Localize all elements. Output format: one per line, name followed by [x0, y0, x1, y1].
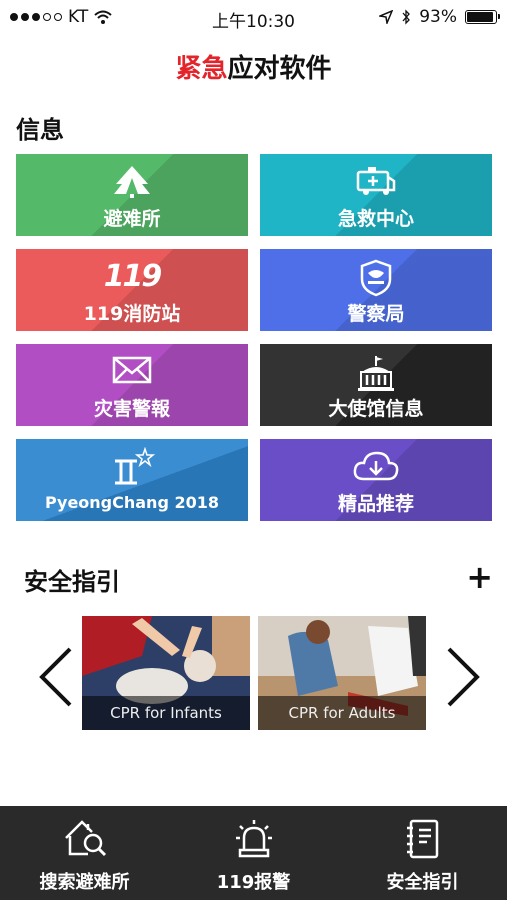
tab-safety-guide[interactable]: 安全指引	[338, 806, 507, 900]
embassy-building-icon	[358, 356, 394, 391]
status-right: 93%	[379, 7, 500, 27]
ambulance-icon	[356, 167, 396, 195]
tile-first-aid-center[interactable]: 急救中心	[260, 154, 492, 236]
envelope-icon	[112, 356, 152, 384]
tile-label: 灾害警報	[93, 398, 170, 420]
status-bar: KT 上午10:30 93%	[0, 0, 507, 36]
fire-119-logo: 119	[103, 259, 163, 294]
battery-icon	[465, 10, 500, 24]
tile-label: PyeongChang 2018	[44, 493, 219, 512]
tile-label: 避难所	[103, 208, 161, 230]
tile-label: 警察局	[347, 303, 405, 325]
tile-recommended[interactable]: 精品推荐	[260, 439, 492, 521]
guide-card-cpr-infants[interactable]: CPR for Infants	[82, 616, 250, 730]
tile-fire-station[interactable]: 119 119消防站	[16, 249, 248, 331]
carousel-prev-button[interactable]	[36, 645, 76, 709]
tile-embassy[interactable]: 大使馆信息	[260, 344, 492, 426]
card-caption: CPR for Infants	[82, 696, 250, 730]
bluetooth-icon	[402, 9, 411, 25]
shelter-icon	[114, 166, 150, 198]
app-title-red: 紧急	[175, 54, 228, 84]
tab-search-shelter[interactable]: 搜索避难所	[0, 806, 169, 900]
tile-pyeongchang[interactable]: PyeongChang 2018	[16, 439, 248, 521]
app-title-black: 应对软件	[227, 54, 332, 84]
guidebook-icon	[406, 819, 438, 859]
tile-disaster-alert[interactable]: 灾害警報	[16, 344, 248, 426]
tile-label: 大使馆信息	[328, 398, 424, 420]
location-arrow-icon	[379, 10, 394, 24]
app-title: 紧急应对软件	[0, 48, 507, 85]
tile-label: 119消防站	[83, 303, 181, 325]
carousel-next-button[interactable]	[443, 645, 483, 709]
tile-shelter[interactable]: 避难所	[16, 154, 248, 236]
tab-label: 搜索避难所	[39, 872, 130, 893]
guide-card-cpr-adults[interactable]: CPR for Adults	[258, 616, 426, 730]
bottom-tab-bar: 搜索避难所 119报警 安全指引	[0, 806, 507, 900]
house-search-icon	[64, 820, 106, 857]
pyeongchang-logo	[115, 447, 156, 485]
battery-percent: 93%	[419, 7, 457, 27]
police-badge-icon	[360, 259, 392, 297]
info-heading: 信息	[16, 116, 64, 144]
tab-label: 安全指引	[386, 872, 459, 893]
tile-police[interactable]: 警察局	[260, 249, 492, 331]
card-caption: CPR for Adults	[258, 696, 426, 730]
tab-119-report[interactable]: 119报警	[169, 806, 338, 900]
tab-label: 119报警	[216, 872, 291, 893]
add-guide-button[interactable]: +	[466, 561, 493, 593]
tile-label: 急救中心	[337, 208, 414, 230]
tile-label: 精品推荐	[337, 493, 414, 515]
guide-heading: 安全指引	[24, 568, 120, 596]
cloud-download-icon	[353, 451, 399, 481]
siren-icon	[235, 820, 272, 858]
